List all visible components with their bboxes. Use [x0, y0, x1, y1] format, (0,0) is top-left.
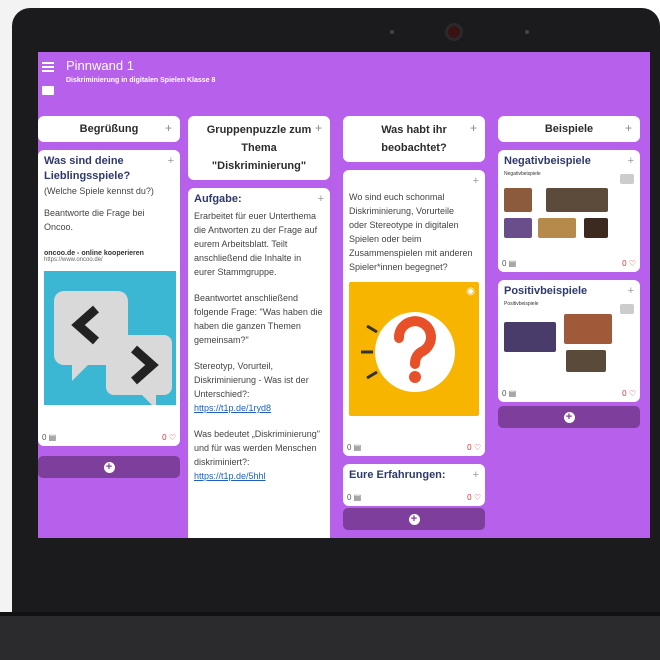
question-mark-icon: [361, 312, 455, 392]
column-beispiele: Beispiele + Negativbeispiele + Negativbe…: [498, 116, 640, 428]
heart-icon[interactable]: 0 ♡: [467, 443, 481, 452]
menu-icon[interactable]: [42, 62, 54, 72]
plus-icon[interactable]: +: [625, 122, 632, 134]
game-thumbnail: [584, 218, 608, 238]
image-caption: Positivbeispiele: [504, 301, 539, 307]
plus-icon[interactable]: +: [318, 194, 324, 205]
board-subtitle: Diskriminierung in digitalen Spielen Kla…: [66, 77, 216, 84]
add-card-button[interactable]: +: [38, 456, 180, 478]
question-image: ◉: [349, 282, 479, 416]
card-link[interactable]: https://t1p.de/1ryd8: [194, 401, 324, 415]
card-title: Aufgabe:: [194, 193, 242, 205]
card-meta: 0 ▤ 0 ♡: [347, 443, 481, 452]
column-beobachtet: Was habt ihr beobachtet? + + Wo sind euc…: [343, 116, 485, 530]
plus-icon[interactable]: +: [473, 470, 479, 481]
eye-icon[interactable]: ◉: [466, 286, 475, 297]
column-header: Begrüßung +: [38, 116, 180, 142]
heart-icon[interactable]: 0 ♡: [467, 493, 481, 502]
card-meta: 0 ▤ 0 ♡: [502, 389, 636, 398]
chevron-left-icon: [54, 291, 172, 409]
column-title: Begrüßung: [79, 123, 139, 135]
link-url[interactable]: https://www.oncoo.de/: [44, 257, 174, 263]
comment-icon[interactable]: 0 ▤: [502, 389, 516, 398]
card-title: Positivbeispiele: [504, 285, 588, 297]
column-title: Gruppenpuzzle zum Thema "Diskriminierung…: [206, 124, 312, 172]
comment-icon[interactable]: 0 ▤: [347, 443, 361, 452]
image-caption: Negativbeispiele: [504, 171, 541, 177]
game-thumbnail: [504, 218, 532, 238]
game-thumbnail: [546, 188, 608, 212]
add-card-button[interactable]: +: [498, 406, 640, 428]
add-icon: +: [103, 461, 115, 473]
plus-icon[interactable]: +: [165, 122, 172, 134]
card-title: Eure Erfahrungen:: [349, 469, 446, 481]
card[interactable]: Positivbeispiele + Positivbeispiele 0 ▤ …: [498, 280, 640, 402]
camera-icon: [448, 26, 460, 38]
plus-icon[interactable]: +: [470, 122, 477, 134]
comment-icon[interactable]: 0 ▤: [502, 259, 516, 268]
card-text: (Welche Spiele kennst du?): [44, 186, 154, 196]
game-thumbnail: [566, 350, 606, 372]
heart-icon[interactable]: 0 ♡: [162, 433, 176, 442]
card[interactable]: Eure Erfahrungen: + 0 ▤ 0 ♡: [343, 464, 485, 506]
screen: Pinnwand 1 Diskriminierung in digitalen …: [38, 52, 650, 538]
card-text: Wo sind euch schonmal Diskriminierung, V…: [349, 192, 473, 272]
camera-icon: [620, 174, 634, 184]
plus-icon[interactable]: +: [168, 156, 174, 167]
heart-icon[interactable]: 0 ♡: [622, 259, 636, 268]
plus-icon[interactable]: +: [315, 122, 322, 134]
column-header: Gruppenpuzzle zum Thema "Diskriminierung…: [188, 116, 330, 180]
game-thumbnail: [504, 322, 556, 352]
link-title[interactable]: oncoo.de - online kooperieren: [44, 250, 174, 257]
card-text: Beantworte die Frage bei Oncoo.: [44, 208, 145, 232]
column-begruessung: Begrüßung + Was sind deine Lieblingsspie…: [38, 116, 180, 478]
plus-icon[interactable]: +: [628, 286, 634, 297]
card-link[interactable]: https://t1p.de/5hhl: [194, 469, 324, 483]
plus-icon[interactable]: +: [628, 156, 634, 167]
plus-icon[interactable]: +: [473, 176, 479, 187]
comment-icon[interactable]: 0 ▤: [42, 433, 56, 442]
column-header: Beispiele +: [498, 116, 640, 142]
card-paragraph: Stereotyp, Vorurteil, Diskriminierung - …: [194, 361, 309, 399]
card-meta: 0 ▤ 0 ♡: [42, 433, 176, 442]
column-title: Beispiele: [544, 123, 594, 135]
comment-icon[interactable]: 0 ▤: [347, 493, 361, 502]
add-icon: +: [563, 411, 575, 423]
oncoo-image: [44, 271, 176, 409]
card-meta: 0 ▤ 0 ♡: [502, 259, 636, 268]
sensor-dot: [525, 30, 529, 34]
laptop-base: [0, 616, 660, 660]
column-gruppenpuzzle: Gruppenpuzzle zum Thema "Diskriminierung…: [188, 116, 330, 538]
column-header: Was habt ihr beobachtet? +: [343, 116, 485, 162]
camera-icon: [620, 304, 634, 314]
card-text: [44, 198, 174, 206]
topbar: Pinnwand 1 Diskriminierung in digitalen …: [38, 52, 650, 112]
board-title: Pinnwand 1: [66, 58, 134, 73]
card[interactable]: Was sind deine Lieblingsspiele? + (Welch…: [38, 150, 180, 446]
add-icon: +: [408, 513, 420, 525]
card-paragraph: Was bedeutet „Diskriminierung" und für w…: [194, 429, 320, 467]
card[interactable]: + Wo sind euch schonmal Diskriminierung,…: [343, 170, 485, 456]
column-title: Was habt ihr beobachtet?: [381, 124, 447, 154]
add-card-button[interactable]: +: [343, 508, 485, 530]
card-title: Was sind deine Lieblingsspiele?: [44, 155, 131, 182]
card-meta: 0 ▤ 0 ♡: [347, 493, 481, 502]
card-title: Negativbeispiele: [504, 155, 591, 167]
card-paragraph: Erarbeitet für euer Unterthema die Antwo…: [194, 211, 318, 277]
message-icon[interactable]: [42, 86, 54, 95]
card[interactable]: Aufgabe: + Erarbeitet für euer Unterthem…: [188, 188, 330, 538]
sensor-dot: [390, 30, 394, 34]
game-thumbnail: [538, 218, 576, 238]
card[interactable]: Negativbeispiele + Negativbeispiele 0 ▤ …: [498, 150, 640, 272]
game-thumbnail: [564, 314, 612, 344]
game-thumbnail: [504, 188, 532, 212]
card-paragraph: Beantwortet anschließend folgende Frage:…: [194, 293, 323, 345]
heart-icon[interactable]: 0 ♡: [622, 389, 636, 398]
